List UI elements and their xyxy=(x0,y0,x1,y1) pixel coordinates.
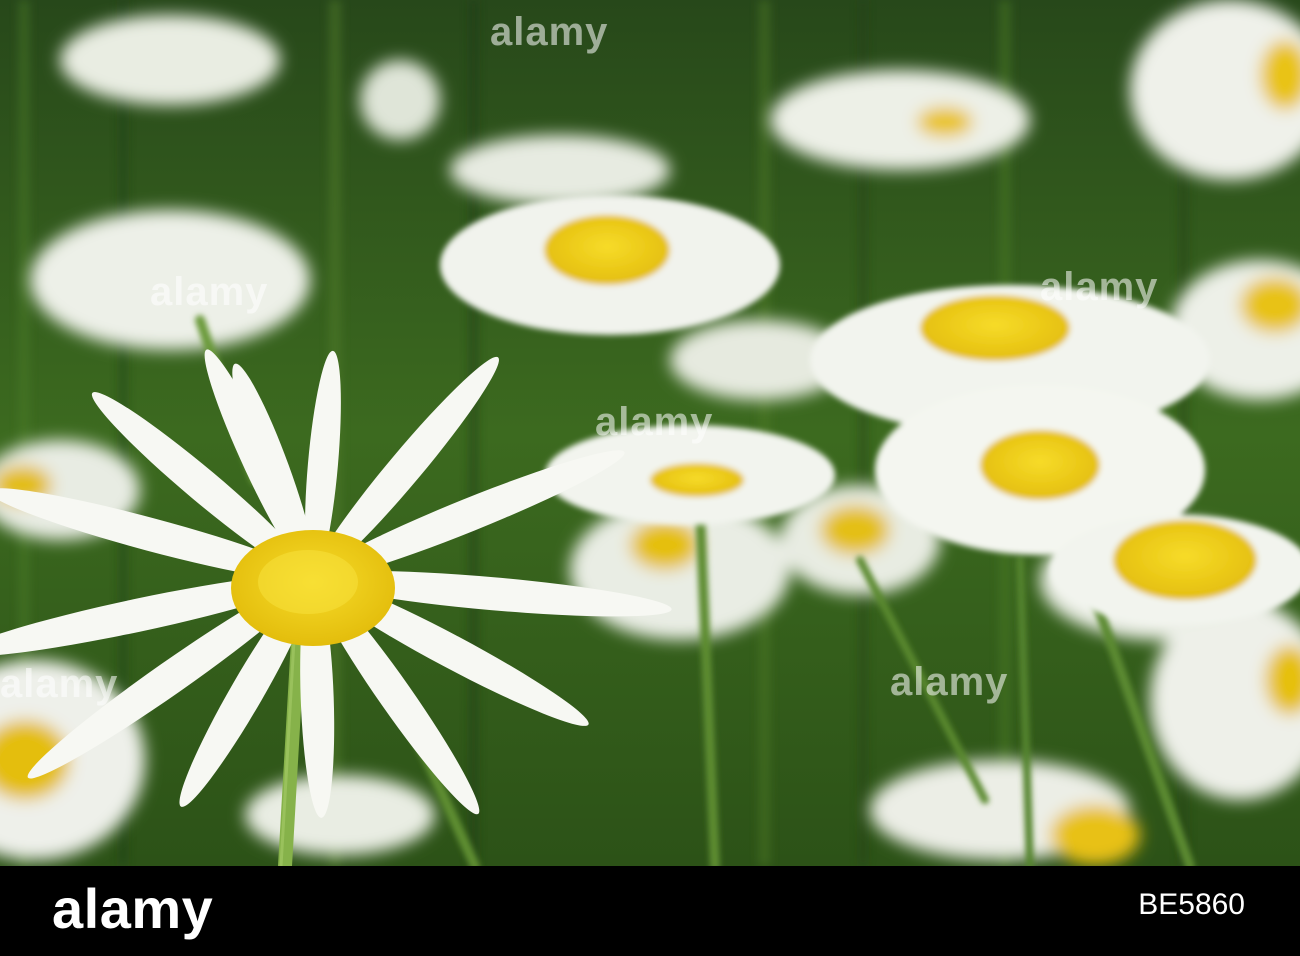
photo-stage: alamy alamy alamy alamy alamy alamy alam… xyxy=(0,0,1300,956)
brand-logo: alamy xyxy=(52,877,214,940)
watermark-text: alamy xyxy=(890,660,1009,704)
watermark-text: alamy xyxy=(595,400,714,444)
daisy-field-photo: alamy alamy alamy alamy alamy alamy xyxy=(0,0,1300,866)
watermark-text: alamy xyxy=(1040,265,1159,309)
watermark-text: alamy xyxy=(150,270,269,314)
watermark-text: alamy xyxy=(490,10,609,54)
image-code: BE5860 xyxy=(1138,888,1245,921)
watermark-text: alamy xyxy=(0,662,119,706)
footer-bar: alamy BE5860 xyxy=(0,866,1300,956)
